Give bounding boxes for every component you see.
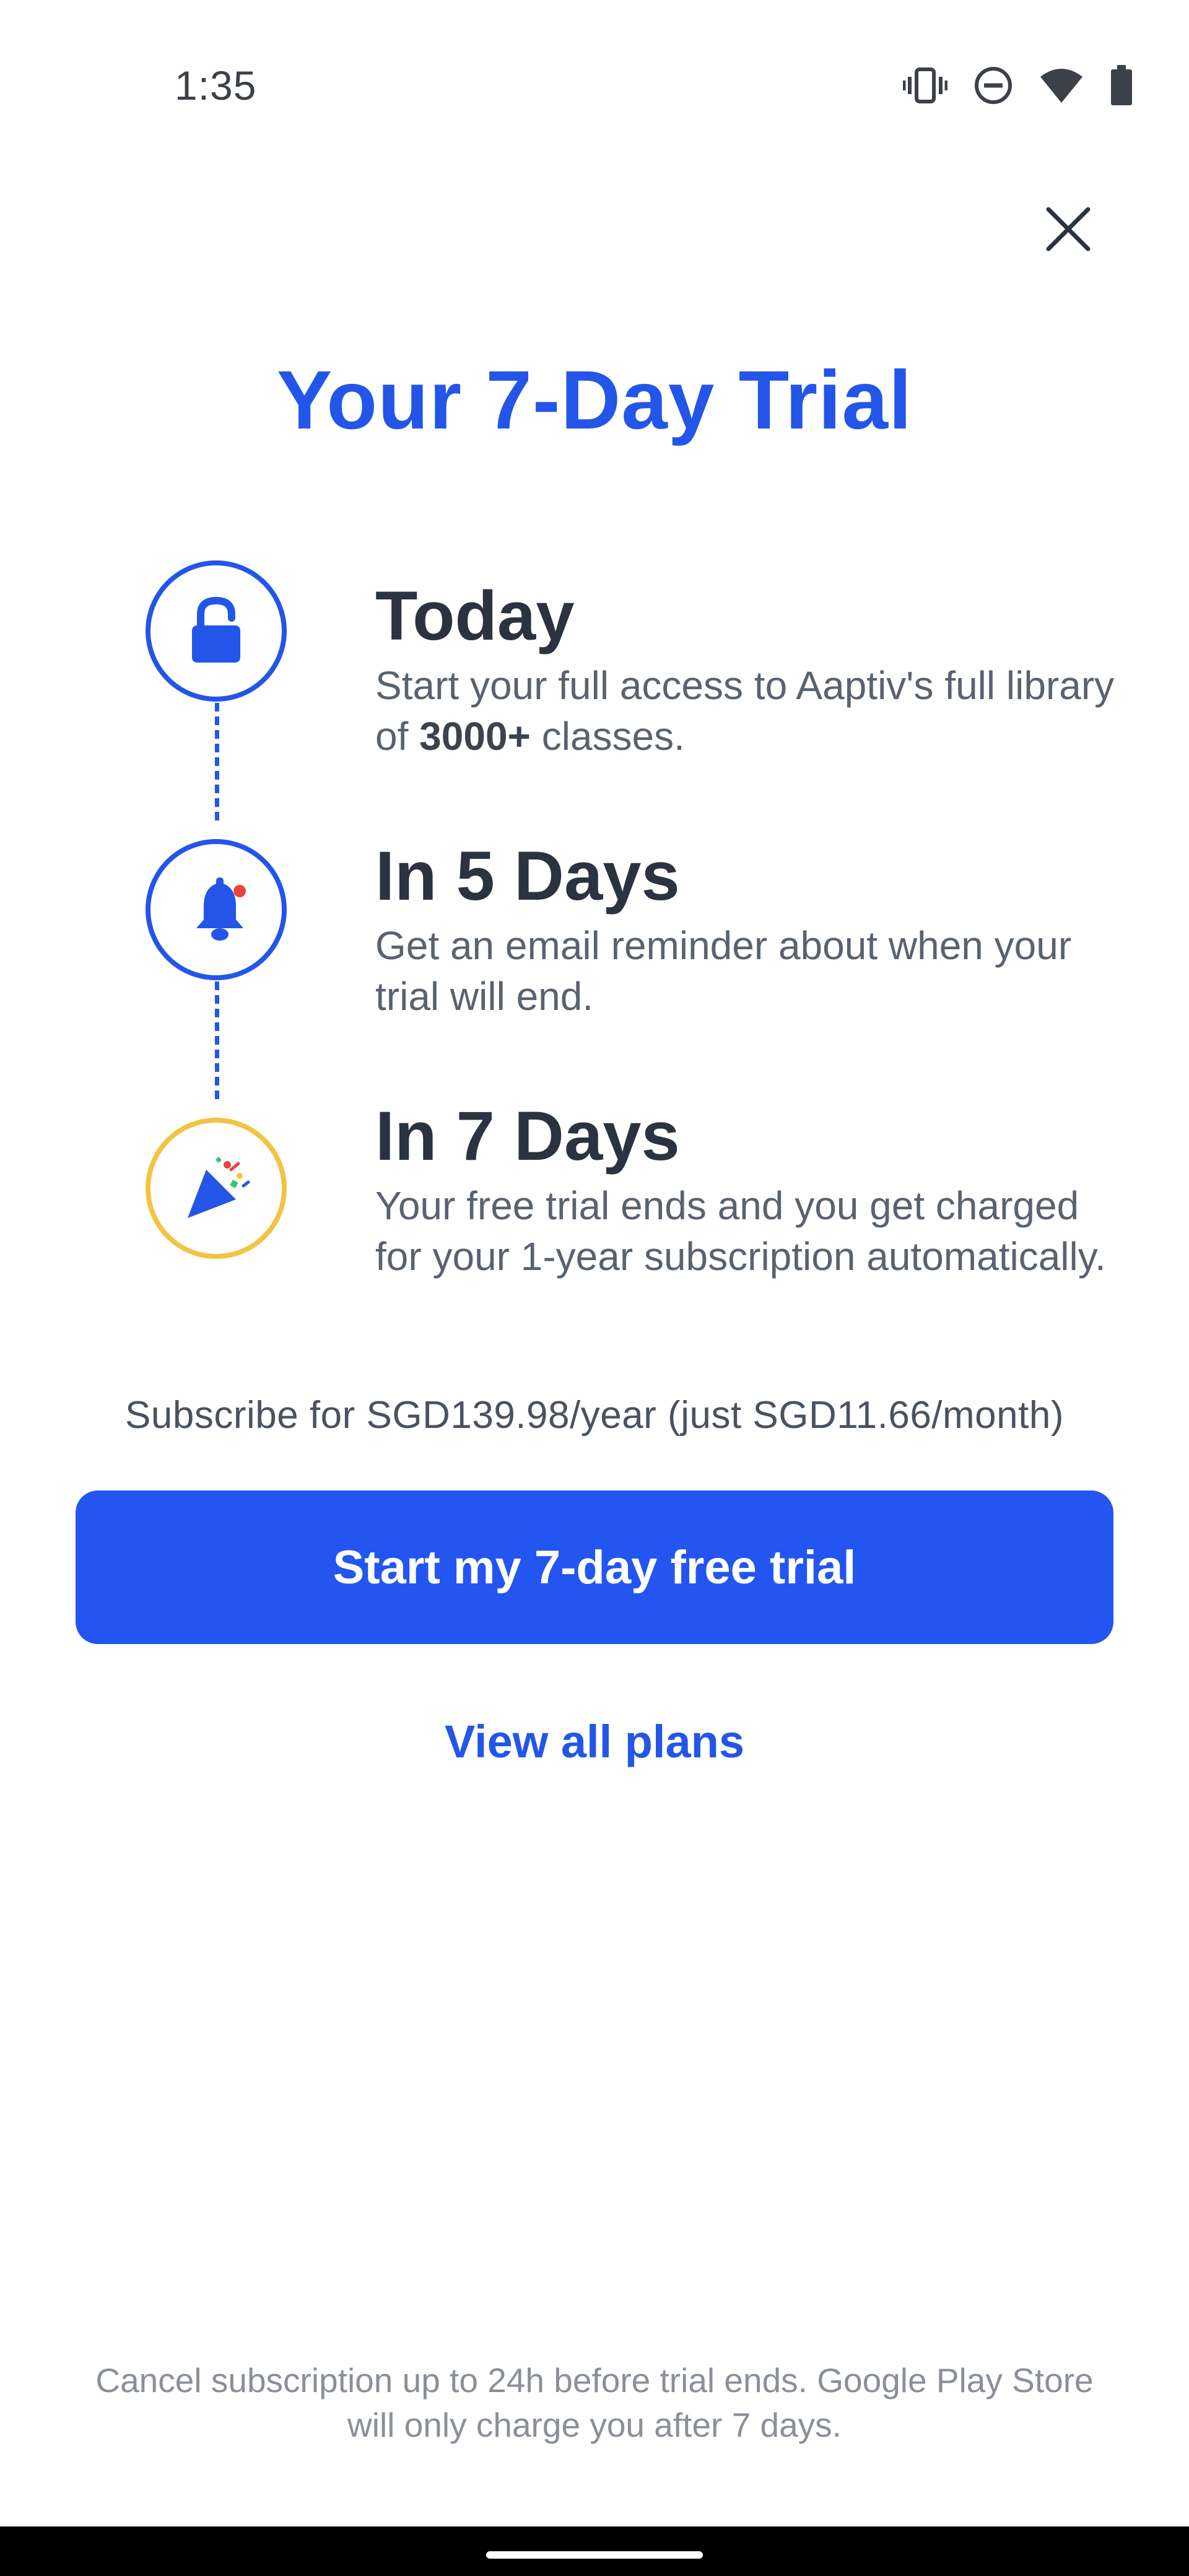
- close-button[interactable]: [1034, 195, 1102, 263]
- step-description: Your free trial ends and you get charged…: [375, 1183, 1106, 1279]
- timeline-connector: [215, 981, 219, 1099]
- bell-icon: [196, 877, 246, 941]
- step-heading: In 5 Days: [375, 837, 680, 915]
- unlock-icon: [192, 597, 240, 663]
- footer-disclaimer: Cancel subscription up to 24h before tri…: [95, 2361, 1094, 2444]
- step-5-days: In 5 Days Get an email reminder about wh…: [375, 836, 1118, 1022]
- status-bar: 1:35: [0, 0, 1189, 186]
- status-icons: [903, 65, 1133, 106]
- step-heading: In 7 Days: [375, 1097, 680, 1175]
- step-5days-icon-circle: [146, 839, 287, 980]
- step-heading: Today: [375, 577, 575, 655]
- view-all-plans-link[interactable]: View all plans: [0, 1715, 1189, 1768]
- party-popper-icon: [188, 1157, 250, 1218]
- trial-timeline: Today Start your full access to Aaptiv's…: [0, 545, 1189, 1362]
- step-7-days: In 7 Days Your free trial ends and you g…: [375, 1096, 1118, 1282]
- home-gesture-handle[interactable]: [486, 2551, 703, 2559]
- page-title: Your 7-Day Trial: [276, 354, 913, 446]
- step-7days-icon-circle: [146, 1118, 287, 1259]
- do-not-disturb-icon: [973, 66, 1013, 105]
- pricing-text: Subscribe for SGD139.98/year (just SGD11…: [125, 1394, 1064, 1437]
- battery-icon: [1110, 65, 1133, 106]
- wifi-icon: [1039, 67, 1084, 104]
- vibrate-icon: [903, 67, 947, 104]
- close-icon: [1046, 207, 1091, 251]
- system-nav-bar: [0, 2526, 1189, 2576]
- step-description: Get an email reminder about when your tr…: [375, 923, 1072, 1019]
- timeline-connector: [215, 703, 219, 820]
- step-today-icon-circle: [146, 560, 287, 702]
- status-time: 1:35: [175, 63, 257, 108]
- start-free-trial-button[interactable]: Start my 7-day free trial: [76, 1490, 1113, 1644]
- step-today: Today Start your full access to Aaptiv's…: [375, 576, 1118, 762]
- step-description: Start your full access to Aaptiv's full …: [375, 663, 1115, 759]
